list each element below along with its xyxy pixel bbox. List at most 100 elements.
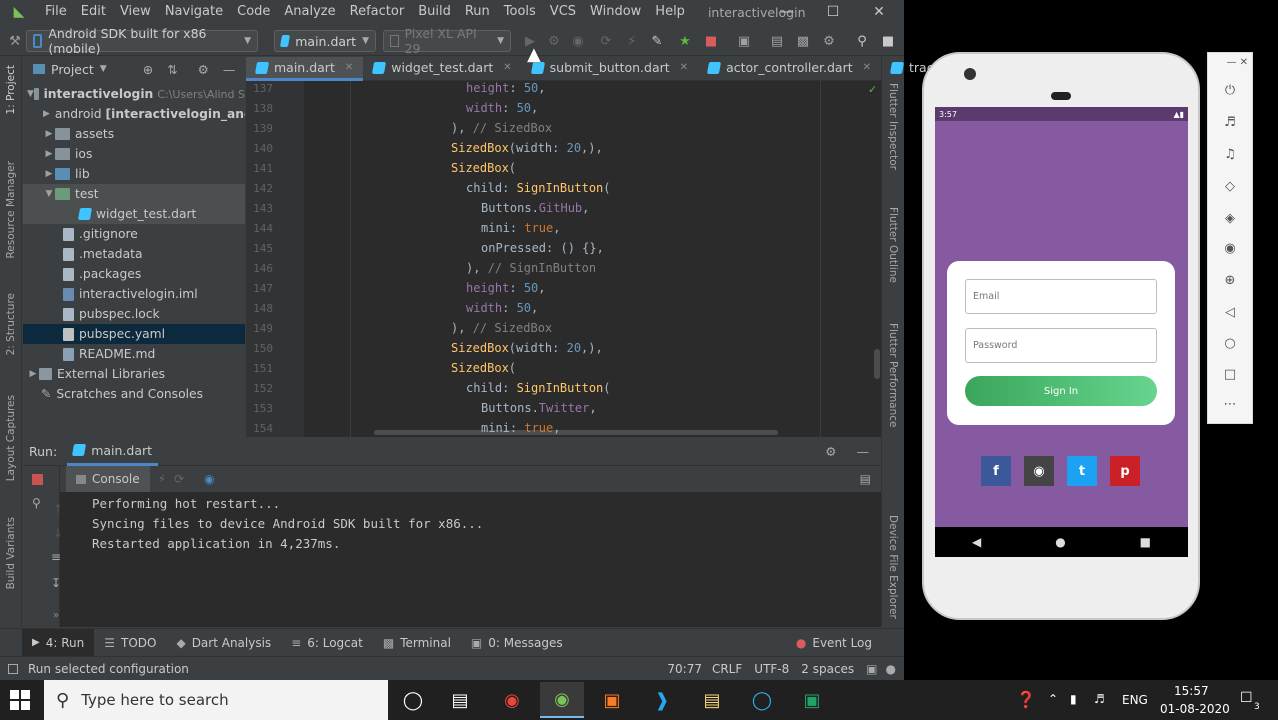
device-manager-icon[interactable]: ▩ [794,32,812,50]
menu-run[interactable]: Run [458,0,497,24]
bug-icon[interactable]: ★ [676,32,694,50]
home-icon[interactable]: ● [1055,535,1065,549]
menu-edit[interactable]: Edit [74,0,113,24]
stop-icon[interactable]: ■ [702,32,720,50]
tree-item-readme[interactable]: README.md [23,344,245,364]
run-config-tab[interactable]: main.dart [67,438,159,466]
vertical-scrollbar[interactable] [874,349,880,379]
hot-reload-icon[interactable]: ⚡ [158,472,166,486]
tab-widget-test[interactable]: widget_test.dart ✕ [363,57,521,81]
indent-setting[interactable]: 2 spaces [801,662,854,676]
hot-restart-icon[interactable]: ⟳ [174,472,184,486]
gear-icon[interactable]: ⚙ [825,444,836,459]
tray-chevron-icon[interactable]: ⌃ [1048,692,1058,706]
menu-window[interactable]: Window [583,0,648,24]
profile-icon[interactable]: ◉ [569,32,587,50]
soft-wrap-icon[interactable]: ≡ [51,550,61,564]
locate-icon[interactable]: ⊕ [143,62,153,77]
tree-item-pubspec-yaml[interactable]: pubspec.yaml [23,324,245,344]
stop-icon[interactable] [32,474,43,485]
app-icon[interactable]: ▣ [790,682,834,718]
menu-analyze[interactable]: Analyze [277,0,342,24]
folder-icon[interactable]: ▣ [735,32,753,50]
home-icon[interactable]: ○ [1208,336,1252,351]
tool-run[interactable]: ▶ 4: Run [22,628,95,657]
device-file-explorer-tool-tab[interactable]: Device File Explorer [887,515,899,619]
chevron-down-icon[interactable]: ▼ [27,89,34,99]
volume-down-icon[interactable]: ♫ [1208,147,1252,162]
tree-item-iml[interactable]: interactivelogin.iml [23,284,245,304]
rotate-right-icon[interactable]: ◈ [1208,211,1252,226]
github-sign-in-button[interactable]: ◉ [1024,456,1054,486]
tree-item-ios[interactable]: ▶ ios [23,144,245,164]
flutter-outline-tool-tab[interactable]: Flutter Outline [887,207,899,283]
scroll-up-icon[interactable]: ↑ [53,502,63,516]
line-separator[interactable]: CRLF [712,662,742,676]
emulator-window-controls[interactable]: — ✕ [1208,57,1252,68]
resource-manager-tool-tab[interactable]: Resource Manager [5,161,17,259]
file-encoding[interactable]: UTF-8 [754,662,789,676]
tool-logcat[interactable]: ≡ 6: Logcat [281,629,373,657]
cortana-icon[interactable]: ◯ [391,682,435,718]
tree-item-android[interactable]: ▶ android [interactivelogin_and [23,104,245,124]
notification-icon[interactable]: ☐ [1240,690,1253,706]
chevron-right-icon[interactable]: ▶ [43,169,55,179]
menu-code[interactable]: Code [230,0,277,24]
facebook-sign-in-button[interactable]: f [981,456,1011,486]
debug-icon[interactable]: ⚙ [545,32,563,50]
overview-icon[interactable]: □ [1208,367,1252,382]
android-studio-taskbar-icon[interactable]: ◉ [540,682,584,718]
sdk-manager-icon[interactable]: ⚙ [820,32,838,50]
battery-icon[interactable]: ▮ [1070,692,1077,706]
recents-icon[interactable]: ■ [1140,535,1151,549]
clock-date[interactable]: 01-08-2020 [1160,702,1230,716]
close-tab-icon[interactable]: ✕ [680,62,688,73]
menu-vcs[interactable]: VCS [543,0,583,24]
layout-icon[interactable]: ▤ [768,32,786,50]
close-icon[interactable]: ✕ [856,0,902,24]
run-config-select[interactable]: main.dart ▼ [274,30,376,52]
tree-item-root[interactable]: ▼ interactivelogin C:\Users\Alind S [23,84,245,104]
build-variants-tool-tab[interactable]: Build Variants [5,517,17,589]
flash-icon[interactable]: ⚡ [623,32,641,50]
project-tool-tab[interactable]: 1: Project [5,65,17,114]
volume-up-icon[interactable]: ♬ [1208,115,1252,130]
chrome-icon[interactable]: ◉ [490,682,534,718]
back-icon[interactable]: ◀ [972,535,981,549]
scroll-down-icon[interactable]: ↓ [53,526,63,540]
gear-icon[interactable]: ⚙ [198,62,209,77]
hammer-icon[interactable]: ⚒ [6,32,24,50]
help-icon[interactable]: ❓ [1016,690,1036,709]
menu-navigate[interactable]: Navigate [158,0,230,24]
zoom-icon[interactable]: ⊕ [1208,273,1252,288]
project-view-select[interactable]: Project [51,62,94,77]
flutter-inspector-tool-tab[interactable]: Flutter Inspector [887,83,899,170]
maximize-icon[interactable]: ☐ [810,0,856,24]
tab-actor-controller[interactable]: actor_controller.dart ✕ [698,57,881,81]
edge-icon[interactable]: ◯ [740,682,784,718]
emulator-select[interactable]: Pixel XL API 29 ▼ [383,26,511,56]
tree-item-pubspec-lock[interactable]: pubspec.lock [23,304,245,324]
hide-panel-icon[interactable]: — [857,444,870,459]
clock-time[interactable]: 15:57 [1174,684,1209,698]
tool-terminal[interactable]: ▩ Terminal [373,629,461,657]
language-indicator[interactable]: ENG [1122,693,1148,707]
back-icon[interactable]: ◁ [1208,305,1252,320]
xampp-icon[interactable]: ▣ [590,682,634,718]
task-view-icon[interactable]: ▤ [438,682,482,718]
more-icon[interactable]: ⋯ [1208,397,1252,412]
console-tab[interactable]: Console [66,466,150,492]
chevron-down-icon[interactable]: ▼ [100,64,107,74]
flutter-performance-tool-tab[interactable]: Flutter Performance [887,323,899,428]
caret-position[interactable]: 70:77 [667,662,702,676]
layout-captures-tool-tab[interactable]: Layout Captures [5,395,17,481]
volume-icon[interactable]: ♬ [1094,692,1105,706]
vscode-icon[interactable]: ❱ [640,682,684,718]
inspector-icon[interactable]: ● [886,662,896,676]
tree-item-test[interactable]: ▼ test [23,184,245,204]
tree-item-metadata[interactable]: .metadata [23,244,245,264]
avatar-icon[interactable]: ■ [879,32,897,50]
menu-help[interactable]: Help [648,0,692,24]
horizontal-scrollbar[interactable] [374,430,778,435]
collapse-all-icon[interactable]: ⇅ [167,62,177,77]
